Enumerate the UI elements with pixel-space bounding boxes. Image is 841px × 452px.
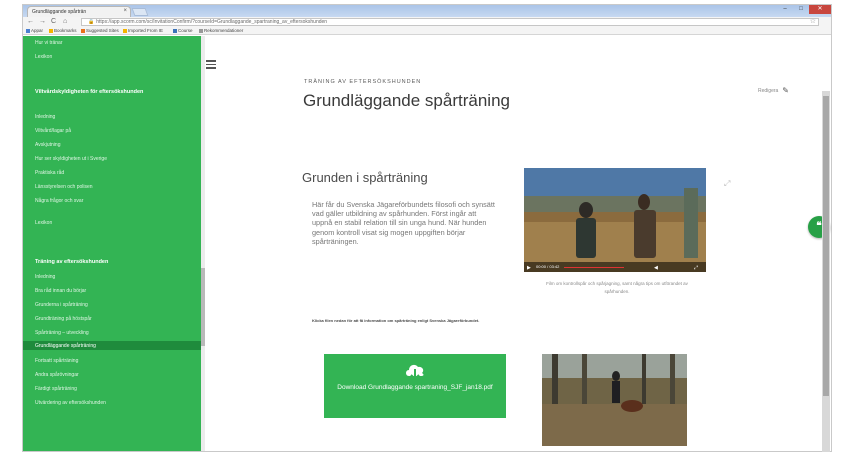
video-time: 00:00 / 03:42: [536, 264, 560, 269]
sidebar-item[interactable]: Grundträning på höstspår: [35, 316, 92, 322]
bookmark-item[interactable]: Appar: [26, 28, 43, 33]
main-content: [205, 36, 823, 451]
cloud-download-icon: [406, 364, 424, 381]
close-window-button[interactable]: ✕: [809, 5, 831, 14]
page-scroll-thumb[interactable]: [823, 96, 829, 396]
sidebar-item[interactable]: Inledning: [35, 114, 55, 120]
sidebar-item[interactable]: Färdigt spårträning: [35, 386, 77, 392]
video-progress-bar[interactable]: [564, 266, 624, 268]
reload-icon[interactable]: C: [51, 18, 56, 26]
sidebar-item[interactable]: Grunderna i spårträning: [35, 302, 88, 308]
sidebar-item[interactable]: Lexikon: [35, 220, 52, 226]
sidebar-item[interactable]: Avskjutning: [35, 142, 60, 148]
sidebar-item[interactable]: Hur vi tränar: [35, 40, 63, 46]
forward-arrow-icon[interactable]: →: [39, 18, 46, 26]
play-icon[interactable]: ▶: [527, 265, 531, 271]
sidebar-item[interactable]: Fortsatt spårträning: [35, 358, 78, 364]
window-controls: – □ ✕: [777, 5, 831, 14]
sidebar-item[interactable]: Praktiska råd: [35, 170, 64, 176]
download-button[interactable]: Download Grundlaggande spartraning_SJF_j…: [324, 354, 506, 418]
tab-strip: Grundläggande spårträn × – □ ✕: [23, 5, 831, 17]
bookmark-item[interactable]: Course: [173, 28, 193, 33]
bookmark-star-icon[interactable]: ☆: [810, 19, 816, 25]
tab-title: Grundläggande spårträn: [32, 9, 87, 15]
tab-close-icon[interactable]: ×: [123, 8, 127, 14]
new-tab-button[interactable]: [131, 8, 149, 16]
page-title: Grundläggande spårträning: [303, 91, 510, 110]
download-label: Download Grundlaggande spartraning_SJF_j…: [337, 384, 493, 391]
sidebar-item[interactable]: Andra spårövningar: [35, 372, 79, 378]
video-player[interactable]: 00:00 / 03:42 ▶ ◀ ⤢: [524, 168, 706, 272]
volume-icon[interactable]: ◀: [654, 265, 658, 271]
forest-photo: [542, 354, 687, 446]
url-scheme: https://: [96, 19, 112, 25]
bookmarks-bar: Appar Bookmarks Suggested Sites Imported…: [23, 27, 831, 35]
section-title: Grunden i spårträning: [302, 170, 428, 185]
sidebar-item[interactable]: Bra råd innan du börjar: [35, 288, 86, 294]
address-bar[interactable]: 🔒 https://app.scorm.com/sc/InvitationConf…: [81, 18, 819, 26]
section-note: Klicka filen nedan för att få informatio…: [312, 318, 480, 323]
forest-photo-image: [542, 354, 687, 446]
bookmark-item[interactable]: Bookmarks: [49, 28, 77, 33]
sidebar-item[interactable]: Lexikon: [35, 54, 52, 60]
section-body: Här får du Svenska Jägareförbundets filo…: [312, 200, 495, 246]
home-icon[interactable]: ⌂: [63, 18, 67, 26]
lock-icon: 🔒: [88, 19, 95, 25]
bookmark-item[interactable]: Imported From IE: [123, 28, 163, 33]
bookmark-item[interactable]: Suggested Sites: [81, 28, 119, 33]
hamburger-menu-icon[interactable]: [206, 60, 216, 71]
edit-button[interactable]: Redigera ✎: [758, 86, 789, 95]
url-text: app.scorm.com/sc/InvitationConfirm/?cour…: [111, 19, 328, 25]
course-eyebrow: TRÄNING AV EFTERSÖKSHUNDEN: [304, 79, 422, 85]
maximize-button[interactable]: □: [793, 5, 809, 14]
sidebar-item[interactable]: Spårträning – utveckling: [35, 330, 89, 336]
back-arrow-icon[interactable]: ←: [27, 18, 34, 26]
sidebar-item[interactable]: Länsstyrelsen och polisen: [35, 184, 93, 190]
sidebar-item[interactable]: Utvärdering av eftersökshunden: [35, 400, 106, 406]
browser-tab[interactable]: Grundläggande spårträn ×: [27, 6, 131, 17]
video-caption: Film om kontrollspår och spårjagning, sa…: [546, 281, 688, 294]
minimize-button[interactable]: –: [777, 5, 793, 14]
video-thumbnail: [524, 168, 706, 272]
sidebar-section-title[interactable]: Viltvårdskyldigheten för eftersökshunden: [35, 88, 145, 96]
expand-icon[interactable]: ⤢: [724, 179, 730, 189]
bookmark-item[interactable]: Rekommendationer: [199, 28, 243, 33]
sidebar-item[interactable]: Inledning: [35, 274, 55, 280]
sidebar-item[interactable]: Några frågor och svar: [35, 198, 83, 204]
sidebar-section-title[interactable]: Träning av eftersökshunden: [35, 258, 108, 266]
sidebar-item[interactable]: Viltvård/lagar på: [35, 128, 71, 134]
edit-label: Redigera: [758, 88, 779, 94]
sidebar-item-active[interactable]: Grundläggande spårträning: [35, 343, 96, 349]
fullscreen-icon[interactable]: ⤢: [694, 265, 698, 271]
pencil-icon: ✎: [782, 86, 789, 95]
sidebar-item[interactable]: Hur ser skyldigheten ut i Sverige: [35, 156, 107, 162]
screen: Grundläggande spårträn × – □ ✕ ← → C ⌂ 🔒…: [0, 0, 841, 452]
course-sidebar: Hur vi tränar Lexikon Viltvårdskyldighet…: [23, 36, 201, 451]
browser-toolbar: ← → C ⌂ 🔒 https://app.scorm.com/sc/Invita…: [23, 17, 831, 27]
